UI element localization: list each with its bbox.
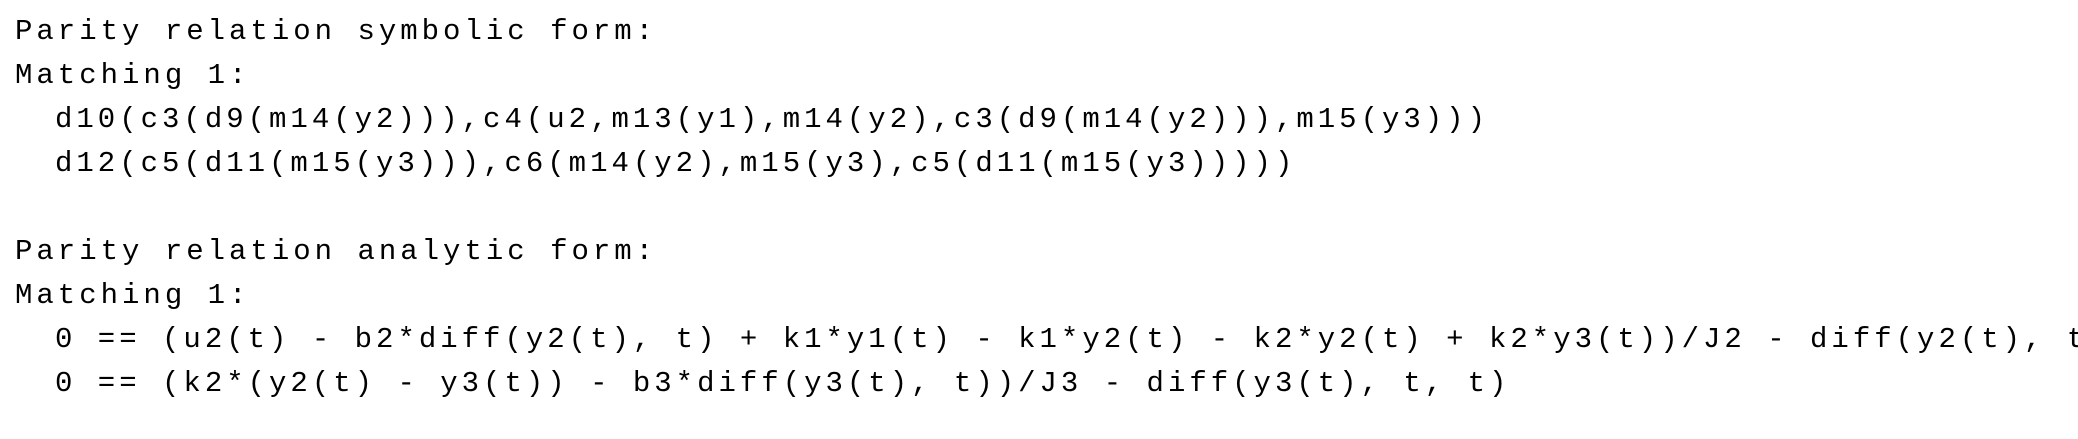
analytic-form-header: Parity relation analytic form: [15,235,658,268]
analytic-relation-line: 0 == (k2*(y2(t) - y3(t)) - b3*diff(y3(t)… [55,367,1511,400]
symbolic-relation-line: d10(c3(d9(m14(y2))),c4(u2,m13(y1),m14(y2… [55,103,1489,136]
symbolic-relation-line: d12(c5(d11(m15(y3))),c6(m14(y2),m15(y3),… [55,147,1297,180]
symbolic-matching-label: Matching 1: [15,59,251,92]
analytic-matching-label: Matching 1: [15,279,251,312]
analytic-relation-line: 0 == (u2(t) - b2*diff(y2(t), t) + k1*y1(… [55,323,2078,356]
console-output[interactable]: Parity relation symbolic form: Matching … [0,0,2078,439]
symbolic-form-header: Parity relation symbolic form: [15,15,658,48]
